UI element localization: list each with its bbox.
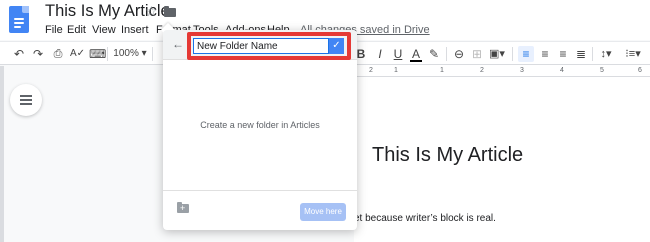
highlight-icon[interactable]: ✎ — [428, 46, 440, 62]
ruler-tick: 1 — [440, 67, 444, 74]
star-icon[interactable]: ☆ — [145, 3, 158, 20]
dialog-header: ← ✓ — [163, 30, 357, 60]
ruler: 2 1 1 2 3 4 5 6 — [354, 65, 650, 77]
ruler-tick: 2 — [480, 67, 484, 74]
vertical-ruler — [0, 66, 4, 242]
ruler-tick: 2 — [369, 67, 373, 74]
menu-insert[interactable]: Insert — [121, 24, 149, 36]
spellcheck-icon[interactable]: A✓ — [70, 46, 85, 62]
comment-icon[interactable]: ⊞ — [470, 46, 484, 62]
document-body-text[interactable]: yet because writer’s block is real. — [349, 213, 496, 224]
paint-format-icon[interactable]: ⌨ — [89, 46, 106, 62]
outline-icon[interactable] — [10, 84, 42, 116]
line-spacing-icon[interactable]: ↕▾ — [597, 46, 615, 62]
redo-icon[interactable]: ↷ — [31, 46, 45, 62]
print-icon[interactable]: ⎙ — [51, 46, 65, 62]
zoom-value: 100% — [113, 48, 139, 59]
ruler-tick: 3 — [520, 67, 524, 74]
image-icon[interactable]: ▣▾ — [488, 46, 506, 62]
italic-button[interactable]: I — [374, 46, 386, 62]
new-folder-icon[interactable]: + — [177, 202, 189, 213]
move-folder-dialog: ← ✓ Create a new folder in Articles + Mo… — [160, 22, 357, 230]
ruler-tick: 1 — [394, 67, 398, 74]
empty-folder-message: Create a new folder in Articles — [200, 120, 320, 130]
zoom-select[interactable]: 100% ▾ — [113, 46, 147, 62]
ruler-tick: 5 — [600, 67, 604, 74]
ruler-tick: 4 — [560, 67, 564, 74]
folder-icon[interactable] — [164, 6, 176, 17]
move-here-button[interactable]: Move here — [300, 203, 346, 221]
align-right-icon[interactable]: ≡ — [556, 46, 570, 62]
back-arrow-icon[interactable]: ← — [172, 37, 184, 51]
align-center-icon[interactable]: ≡ — [538, 46, 552, 62]
dialog-footer: + Move here — [163, 190, 357, 230]
align-left-icon[interactable]: ≡ — [518, 46, 534, 62]
text-color-button[interactable]: A — [410, 46, 422, 62]
docs-logo-icon[interactable] — [9, 6, 29, 33]
undo-icon[interactable]: ↶ — [12, 46, 26, 62]
highlight-annotation — [187, 32, 351, 60]
ruler-tick: 6 — [638, 67, 642, 74]
menu-view[interactable]: View — [92, 24, 116, 36]
menu-edit[interactable]: Edit — [67, 24, 86, 36]
justify-icon[interactable]: ≣ — [574, 46, 588, 62]
menu-file[interactable]: File — [45, 24, 63, 36]
link-icon[interactable]: ⊖ — [452, 46, 466, 62]
list-icon[interactable]: ⁝≡▾ — [622, 46, 644, 62]
underline-button[interactable]: U — [392, 46, 404, 62]
document-heading[interactable]: This Is My Article — [372, 144, 523, 167]
